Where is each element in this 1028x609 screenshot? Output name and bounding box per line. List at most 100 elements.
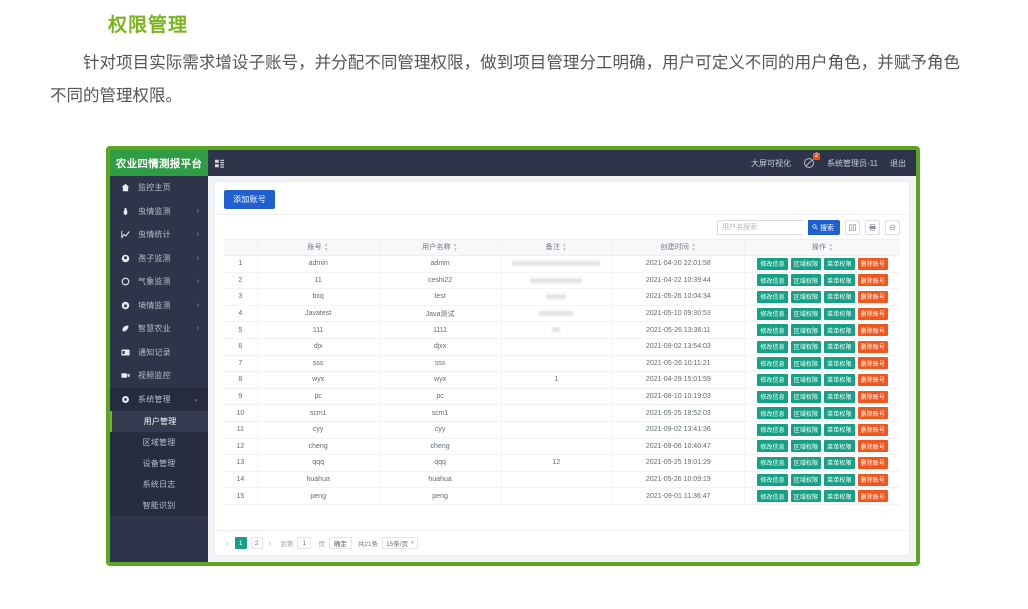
action-button[interactable]: 区域权限 — [791, 274, 821, 286]
table-row[interactable]: 211ceshi222021-04-22 10:39:44修改信息区域权限菜单权… — [224, 272, 900, 289]
action-button[interactable]: 删除账号 — [858, 391, 888, 403]
action-button[interactable]: 删除账号 — [858, 357, 888, 369]
action-button[interactable]: 修改信息 — [757, 407, 787, 419]
action-button[interactable]: 修改信息 — [757, 490, 787, 502]
table-header-note[interactable]: 备注▲▼ — [501, 240, 612, 256]
action-button[interactable]: 菜单权限 — [824, 374, 854, 386]
action-button[interactable]: 修改信息 — [757, 324, 787, 336]
action-button[interactable]: 菜单权限 — [824, 457, 854, 469]
action-button[interactable]: 删除账号 — [858, 474, 888, 486]
add-account-button[interactable]: 添加账号 — [224, 190, 275, 209]
page-number-1[interactable]: 1 — [235, 537, 247, 549]
sidebar-item-9[interactable]: 系统管理⌄ — [110, 388, 208, 412]
action-button[interactable]: 区域权限 — [791, 440, 821, 452]
refresh-icon[interactable] — [885, 220, 900, 235]
table-row[interactable]: 13qqqqqq122021-05-25 19:01:29修改信息区域权限菜单权… — [224, 455, 900, 472]
action-button[interactable]: 删除账号 — [858, 407, 888, 419]
bell-icon[interactable]: 2 — [803, 157, 815, 169]
sidebar-item-1[interactable]: 虫情监测› — [110, 200, 208, 224]
action-button[interactable]: 区域权限 — [791, 457, 821, 469]
table-header-name[interactable]: 用户名称▲▼ — [379, 240, 501, 256]
table-header-time[interactable]: 创建时间▲▼ — [612, 240, 745, 256]
sidebar-item-2[interactable]: 虫情统计› — [110, 223, 208, 247]
sidebar-item-5[interactable]: 墒情监测› — [110, 294, 208, 318]
action-button[interactable]: 删除账号 — [858, 490, 888, 502]
sidebar-subitem-1[interactable]: 区域管理 — [110, 432, 208, 453]
action-button[interactable]: 菜单权限 — [824, 490, 854, 502]
logout-link[interactable]: 退出 — [890, 158, 906, 169]
table-row[interactable]: 7ssssss2021-05-26 10:11:21修改信息区域权限菜单权限删除… — [224, 355, 900, 372]
sidebar-item-0[interactable]: 监控主页 — [110, 176, 208, 200]
action-button[interactable]: 菜单权限 — [824, 341, 854, 353]
action-button[interactable]: 删除账号 — [858, 457, 888, 469]
action-button[interactable]: 菜单权限 — [824, 440, 854, 452]
sidebar-item-6[interactable]: 智慧农业› — [110, 317, 208, 341]
action-button[interactable]: 区域权限 — [791, 407, 821, 419]
table-row[interactable]: 3bxqtest2021-05-26 10:04:34修改信息区域权限菜单权限删… — [224, 289, 900, 306]
action-button[interactable]: 删除账号 — [858, 440, 888, 452]
print-icon[interactable] — [865, 220, 880, 235]
action-button[interactable]: 删除账号 — [858, 324, 888, 336]
action-button[interactable]: 修改信息 — [757, 457, 787, 469]
action-button[interactable]: 区域权限 — [791, 424, 821, 436]
table-row[interactable]: 15pengpeng2021-09-01 11:36:47修改信息区域权限菜单权… — [224, 488, 900, 505]
table-row[interactable]: 10scm1scm12021-05-25 18:52:03修改信息区域权限菜单权… — [224, 405, 900, 422]
action-button[interactable]: 删除账号 — [858, 374, 888, 386]
sidebar-subitem-2[interactable]: 设备管理 — [110, 453, 208, 474]
action-button[interactable]: 修改信息 — [757, 374, 787, 386]
action-button[interactable]: 删除账号 — [858, 341, 888, 353]
action-button[interactable]: 区域权限 — [791, 374, 821, 386]
sidebar-subitem-4[interactable]: 智能识别 — [110, 495, 208, 516]
action-button[interactable]: 菜单权限 — [824, 258, 854, 270]
sidebar-item-7[interactable]: 通知记录 — [110, 341, 208, 365]
action-button[interactable]: 菜单权限 — [824, 407, 854, 419]
action-button[interactable]: 区域权限 — [791, 308, 821, 320]
action-button[interactable]: 修改信息 — [757, 341, 787, 353]
action-button[interactable]: 删除账号 — [858, 308, 888, 320]
table-row[interactable]: 8wyxwyx12021-04-29 15:01:59修改信息区域权限菜单权限删… — [224, 372, 900, 389]
table-row[interactable]: 14huahuahuahua2021-05-26 10:09:19修改信息区域权… — [224, 471, 900, 488]
action-button[interactable]: 修改信息 — [757, 440, 787, 452]
action-button[interactable]: 区域权限 — [791, 474, 821, 486]
sort-arrows-icon[interactable]: ▲▼ — [828, 243, 833, 253]
action-button[interactable]: 删除账号 — [858, 274, 888, 286]
action-button[interactable]: 区域权限 — [791, 391, 821, 403]
goto-page-input[interactable] — [297, 537, 311, 549]
table-row[interactable]: 1adminadmin2021-04-20 22:01:58修改信息区域权限菜单… — [224, 256, 900, 273]
table-row[interactable]: 6djxdjxx2021-09-02 13:54:03修改信息区域权限菜单权限删… — [224, 338, 900, 355]
table-row[interactable]: 11cyycyy2021-09-02 13:41:36修改信息区域权限菜单权限删… — [224, 421, 900, 438]
action-button[interactable]: 修改信息 — [757, 258, 787, 270]
sidebar-item-3[interactable]: 孢子监测› — [110, 247, 208, 271]
action-button[interactable]: 菜单权限 — [824, 291, 854, 303]
search-button[interactable]: 搜索 — [808, 220, 840, 235]
action-button[interactable]: 修改信息 — [757, 391, 787, 403]
action-button[interactable]: 区域权限 — [791, 258, 821, 270]
action-button[interactable]: 菜单权限 — [824, 391, 854, 403]
action-button[interactable]: 修改信息 — [757, 474, 787, 486]
table-header-ops[interactable]: 操作▲▼ — [745, 240, 900, 256]
sort-arrows-icon[interactable]: ▲▼ — [562, 243, 567, 253]
page-size-select[interactable]: 15条/页 ▾ — [382, 537, 418, 549]
action-button[interactable]: 菜单权限 — [824, 357, 854, 369]
action-button[interactable]: 菜单权限 — [824, 274, 854, 286]
action-button[interactable]: 删除账号 — [858, 258, 888, 270]
sidebar-subitem-3[interactable]: 系统日志 — [110, 474, 208, 495]
prev-page-button[interactable]: ‹ — [224, 539, 231, 548]
action-button[interactable]: 删除账号 — [858, 291, 888, 303]
sidebar-subitem-0[interactable]: 用户管理 — [110, 411, 208, 432]
action-button[interactable]: 区域权限 — [791, 341, 821, 353]
table-row[interactable]: 4JavatestJava测试2021-05-10 09:30:53修改信息区域… — [224, 305, 900, 322]
table-row[interactable]: 9pcpc2021-08-10 10:19:03修改信息区域权限菜单权限删除账号 — [224, 388, 900, 405]
action-button[interactable]: 修改信息 — [757, 291, 787, 303]
action-button[interactable]: 区域权限 — [791, 324, 821, 336]
menu-collapse-icon[interactable] — [208, 159, 230, 168]
sort-arrows-icon[interactable]: ▲▼ — [453, 243, 458, 253]
action-button[interactable]: 修改信息 — [757, 308, 787, 320]
action-button[interactable]: 修改信息 — [757, 424, 787, 436]
action-button[interactable]: 区域权限 — [791, 357, 821, 369]
action-button[interactable]: 区域权限 — [791, 490, 821, 502]
table-row[interactable]: 511111112021-05-26 13:36:11修改信息区域权限菜单权限删… — [224, 322, 900, 339]
page-number-2[interactable]: 2 — [251, 537, 263, 549]
columns-icon[interactable] — [845, 220, 860, 235]
table-row[interactable]: 12chengcheng2021-09-06 10:40:47修改信息区域权限菜… — [224, 438, 900, 455]
